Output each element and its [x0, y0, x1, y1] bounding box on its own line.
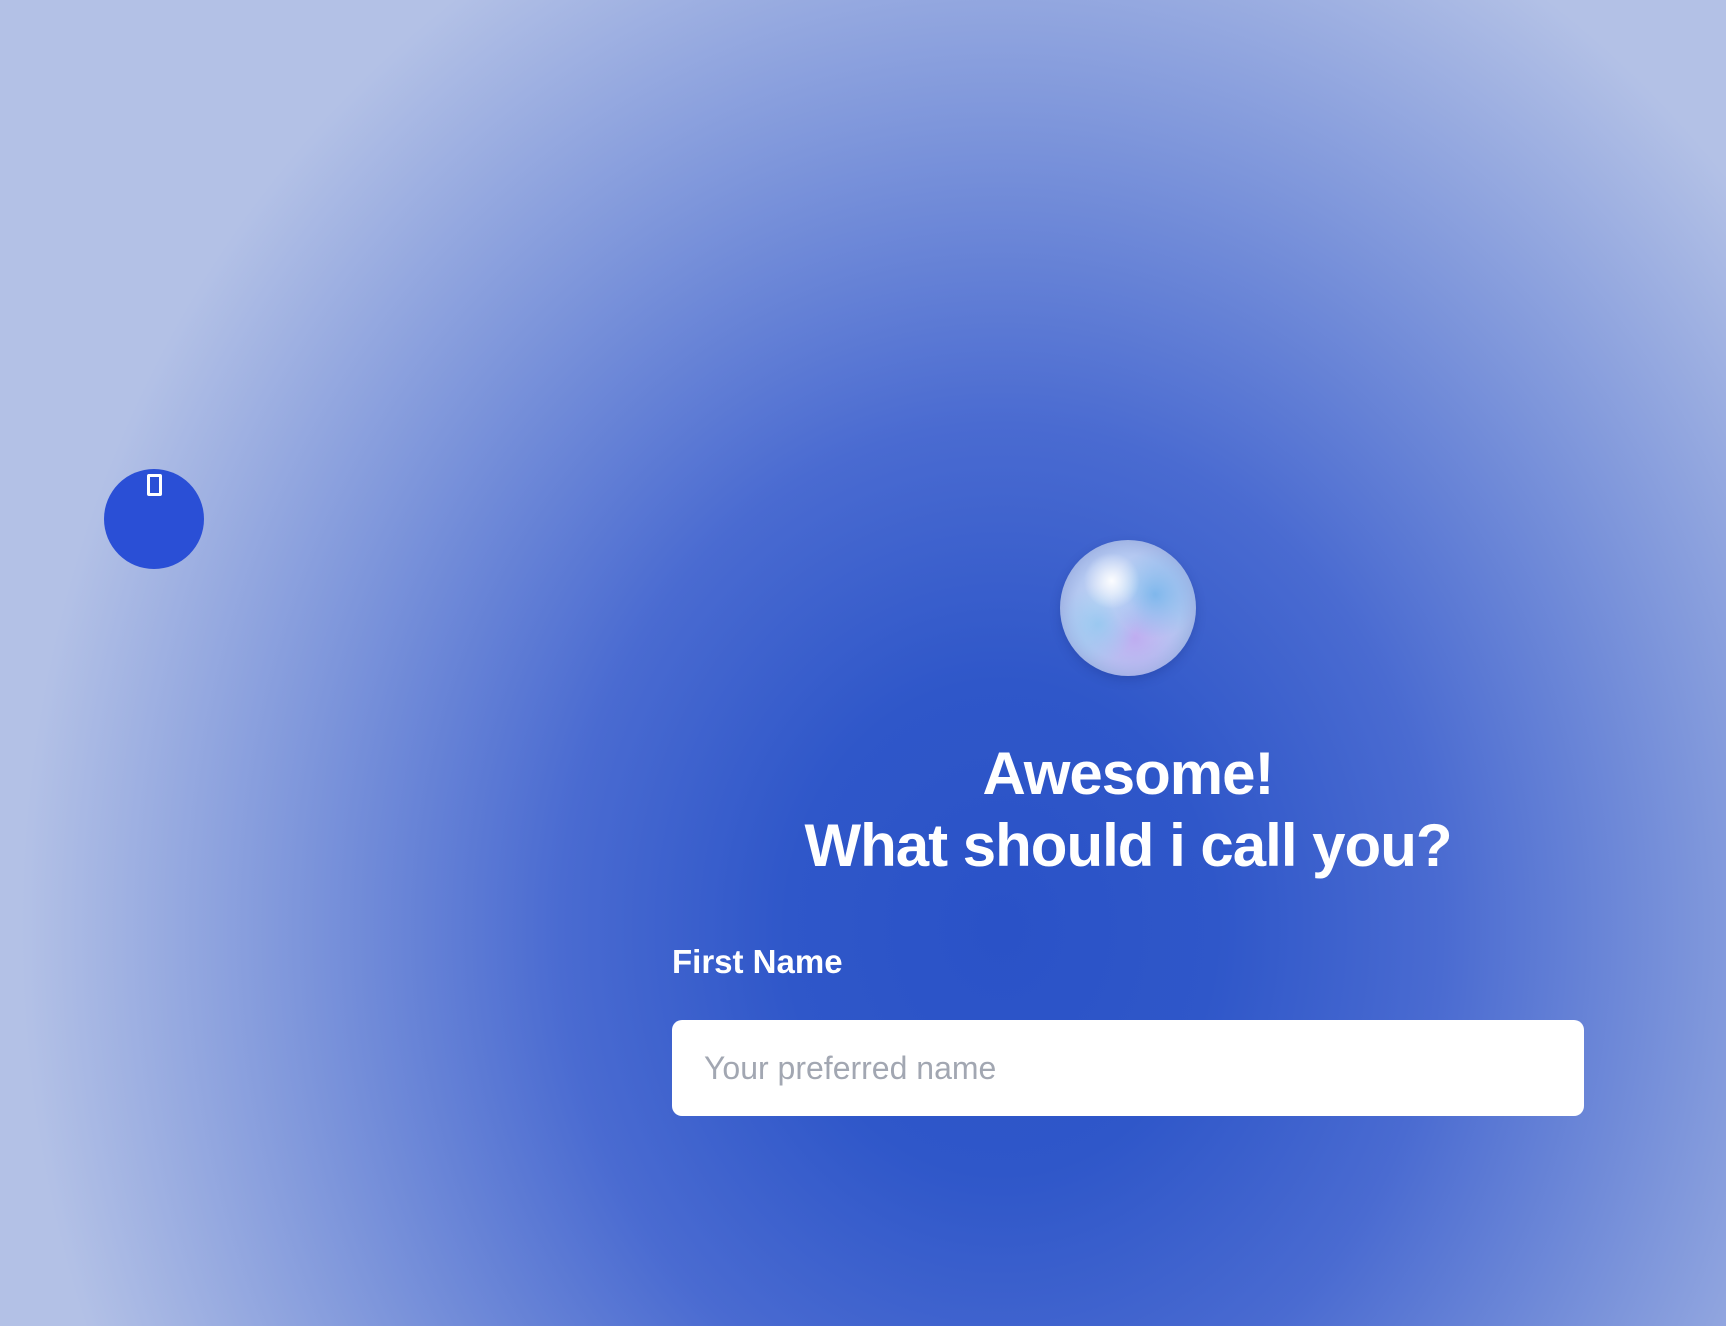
first-name-input[interactable] — [672, 1020, 1584, 1116]
first-name-label: First Name — [672, 943, 843, 980]
page-title: Awesome! What should i call you? — [804, 738, 1452, 882]
onboarding-panel: Awesome! What should i call you? First N… — [672, 540, 1584, 1116]
square-outline-icon — [146, 474, 162, 496]
first-name-field: First Name — [672, 942, 1584, 1116]
title-line-2: What should i call you? — [804, 812, 1452, 879]
title-line-1: Awesome! — [982, 740, 1274, 807]
avatar-orb — [1060, 540, 1196, 676]
side-circle-button[interactable] — [104, 469, 204, 569]
